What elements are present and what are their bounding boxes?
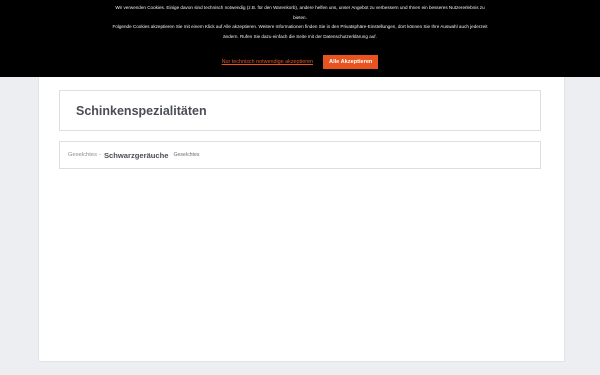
page-title: Schinkenspezialitäten [76, 103, 207, 118]
accept-necessary-link[interactable]: Nur technisch notwendige akzeptieren [222, 59, 313, 65]
cookie-text-line: bieten. [293, 14, 307, 20]
breadcrumb: Geselchtes - Schwarzgeräuche Geselchtes [59, 141, 541, 169]
breadcrumb-current: Schwarzgeräuche [103, 150, 169, 160]
cookie-text: Wir verwenden Cookies. Einige davon sind… [60, 3, 540, 41]
cookie-actions: Nur technisch notwendige akzeptieren All… [0, 55, 600, 69]
breadcrumb-separator: - [99, 152, 101, 158]
cookie-text-line: ändern. Rufen Sie dazu einfach die Seite… [223, 33, 377, 39]
category-title-box: Schinkenspezialitäten [59, 90, 541, 131]
cookie-text-line: Wir verwenden Cookies. Einige davon sind… [115, 5, 485, 10]
breadcrumb-parent-link[interactable]: Geselchtes [68, 152, 97, 158]
cookie-text-line: Folgende Cookies akzeptieren Sie mit ein… [112, 24, 488, 29]
cookie-banner: Wir verwenden Cookies. Einige davon sind… [0, 0, 600, 77]
breadcrumb-tag-link[interactable]: Geselchtes [174, 152, 200, 158]
accept-all-button[interactable]: Alle Akzeptieren [323, 55, 379, 69]
